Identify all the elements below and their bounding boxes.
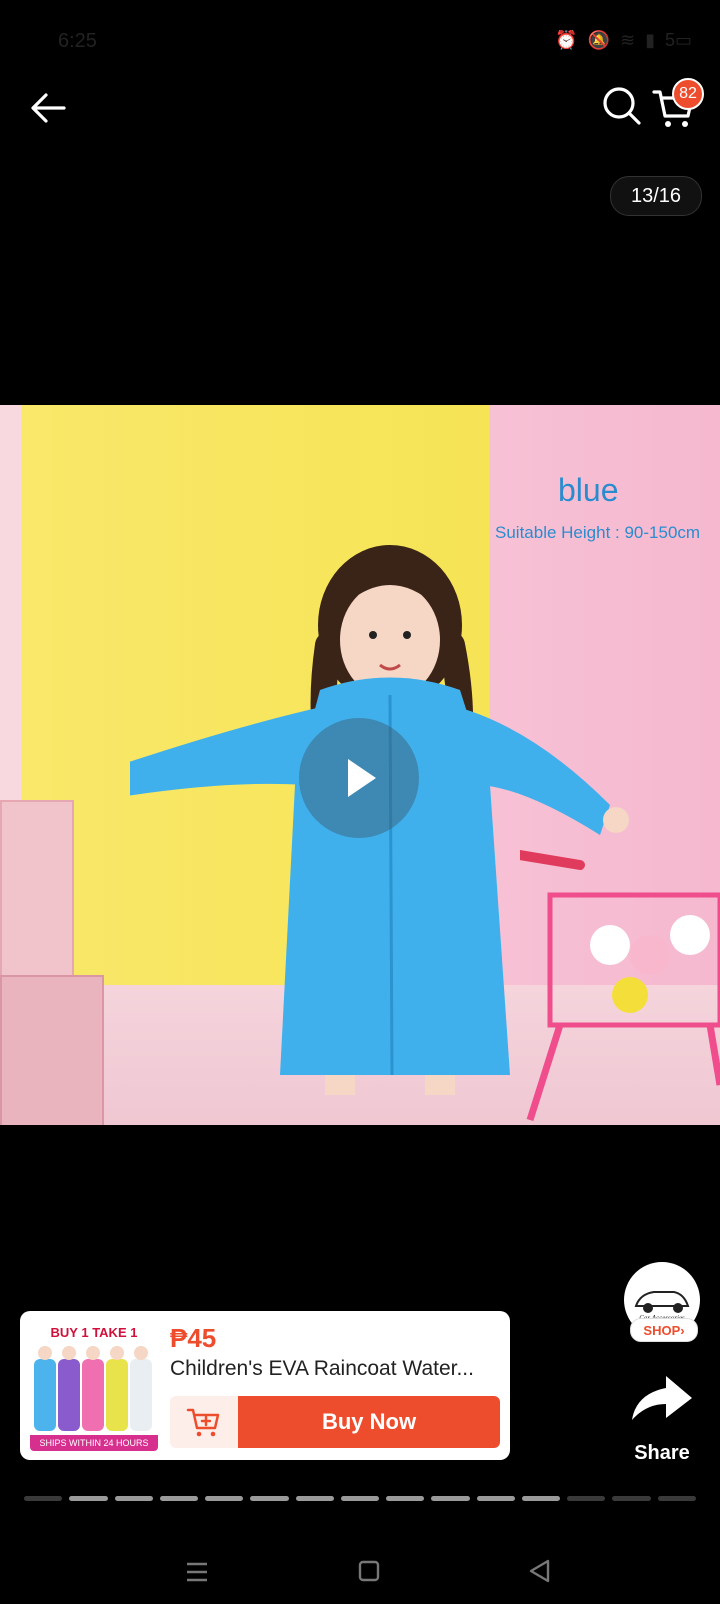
progress-segment bbox=[295, 1496, 334, 1501]
status-bar: 6:25 ⏰ 🔕 ≋ ▮ 5▭ bbox=[0, 0, 720, 80]
top-nav bbox=[0, 80, 720, 180]
alarm-icon: ⏰ bbox=[555, 30, 578, 50]
image-counter: 13/16 bbox=[610, 176, 702, 216]
status-time: 6:25 bbox=[58, 30, 97, 52]
progress-segment bbox=[476, 1496, 515, 1501]
product-image[interactable]: blue Suitable Height : 90-150cm bbox=[0, 405, 720, 1125]
square-icon bbox=[358, 1560, 380, 1582]
search-icon bbox=[603, 87, 641, 125]
shop-tag-button[interactable]: SHOP › bbox=[630, 1318, 698, 1342]
thumb-footer: SHIPS WITHIN 24 HOURS bbox=[30, 1435, 158, 1451]
product-title[interactable]: Children's EVA Raincoat Water... bbox=[170, 1357, 500, 1381]
progress-segment bbox=[205, 1496, 244, 1501]
height-label: Suitable Height : 90-150cm bbox=[495, 523, 701, 542]
menu-icon bbox=[187, 1562, 207, 1582]
product-thumbnail[interactable]: BUY 1 TAKE 1 SHIPS WITHIN 24 HOURS bbox=[30, 1323, 158, 1451]
share-label: Share bbox=[634, 1442, 690, 1464]
battery-icon: 5▭ bbox=[664, 30, 692, 50]
system-back-button[interactable] bbox=[520, 1554, 560, 1590]
chevron-right-icon: › bbox=[680, 1322, 685, 1338]
product-price: ₱45 bbox=[170, 1323, 217, 1353]
gift-box-top bbox=[0, 800, 74, 989]
share-arrow-icon bbox=[632, 1376, 692, 1420]
cart-count-badge: 82 bbox=[672, 78, 704, 110]
add-to-cart-button[interactable] bbox=[170, 1396, 238, 1448]
share-button[interactable]: Share bbox=[622, 1370, 702, 1470]
wifi-icon: ≋ bbox=[619, 30, 636, 50]
progress-segment bbox=[386, 1496, 425, 1501]
buy-now-button[interactable]: Buy Now bbox=[238, 1396, 500, 1448]
home-button[interactable] bbox=[349, 1554, 389, 1590]
play-icon bbox=[348, 759, 376, 797]
add-cart-icon bbox=[186, 1408, 220, 1437]
progress-segment bbox=[69, 1496, 108, 1501]
triangle-back-icon bbox=[529, 1559, 550, 1583]
gift-box-bottom bbox=[0, 975, 104, 1125]
system-nav-bar bbox=[0, 1540, 720, 1604]
color-label: blue bbox=[558, 472, 619, 508]
progress-segment bbox=[159, 1496, 199, 1501]
back-button[interactable] bbox=[26, 86, 70, 130]
progress-segment bbox=[567, 1496, 606, 1501]
gallery-progress-bar bbox=[24, 1496, 696, 1501]
progress-segment bbox=[340, 1496, 380, 1501]
search-button[interactable] bbox=[600, 84, 644, 128]
shop-tag-label: SHOP bbox=[643, 1322, 681, 1338]
thumb-title: BUY 1 TAKE 1 bbox=[50, 1325, 138, 1340]
mute-icon: 🔕 bbox=[587, 30, 610, 50]
arrow-left-icon bbox=[31, 93, 66, 123]
recent-apps-button[interactable] bbox=[177, 1554, 217, 1590]
progress-segment bbox=[250, 1496, 289, 1501]
progress-segment bbox=[657, 1496, 696, 1501]
play-video-button[interactable] bbox=[299, 718, 419, 838]
progress-segment bbox=[24, 1496, 63, 1501]
signal-icon: ▮ bbox=[645, 30, 655, 50]
progress-segment bbox=[521, 1496, 561, 1501]
status-icons: ⏰ 🔕 ≋ ▮ 5▭ bbox=[555, 30, 692, 51]
product-card[interactable]: BUY 1 TAKE 1 SHIPS WITHIN 24 HOURS ₱45 C… bbox=[20, 1311, 510, 1460]
progress-segment bbox=[612, 1496, 651, 1501]
progress-segment bbox=[114, 1496, 153, 1501]
battery-level: 5 bbox=[664, 30, 675, 50]
shopping-cart-toy-illustration bbox=[520, 850, 720, 1122]
progress-segment bbox=[431, 1496, 470, 1501]
